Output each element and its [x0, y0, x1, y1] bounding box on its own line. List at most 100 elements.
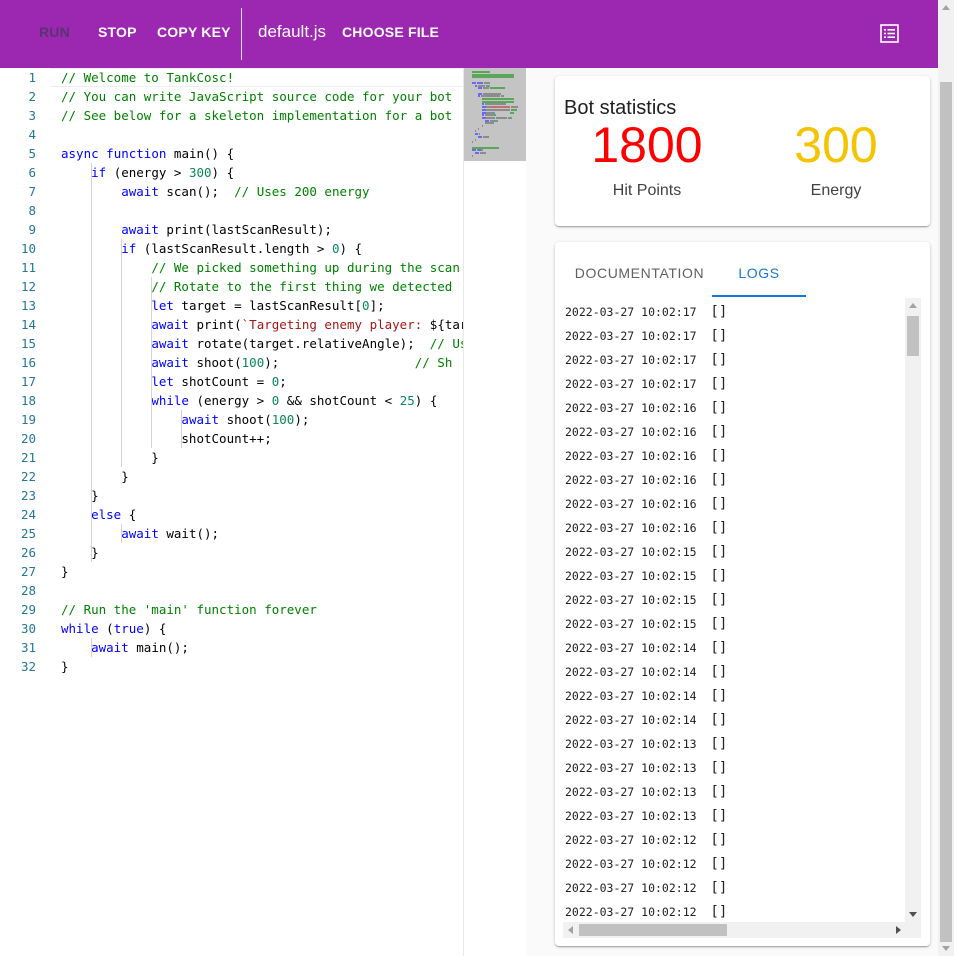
line-number: 28 — [20, 583, 36, 598]
code-line[interactable]: } — [61, 448, 159, 467]
log-message: [] — [710, 712, 728, 728]
log-message: [] — [710, 520, 728, 536]
log-timestamp: 2022-03-27 10:02:16 — [565, 473, 711, 487]
log-entry: 2022-03-27 10:02:15 [] — [565, 612, 727, 636]
log-timestamp: 2022-03-27 10:02:15 — [565, 545, 711, 559]
scroll-up-arrow-icon[interactable] — [942, 5, 950, 10]
log-message: [] — [710, 328, 728, 344]
minimap-token — [481, 100, 514, 103]
right-panel: Bot statistics 1800 Hit Points 300 Energ… — [526, 68, 938, 956]
code-token: // Welcome to TankCosc! — [61, 70, 235, 85]
code-line[interactable]: shotCount++; — [61, 429, 271, 448]
code-line[interactable]: let shotCount = 0; — [61, 372, 286, 391]
list-icon[interactable] — [880, 24, 899, 43]
code-token: 300 — [188, 165, 212, 180]
scroll-down-arrow-icon[interactable] — [909, 912, 917, 917]
code-token: (energy > — [188, 393, 272, 408]
minimap-token — [490, 87, 505, 90]
minimap-token — [484, 114, 494, 117]
code-token: // Uses — [429, 336, 463, 351]
run-button[interactable]: RUN — [39, 0, 70, 64]
code-token: print( — [188, 317, 242, 332]
scrollbar-thumb[interactable] — [907, 316, 919, 356]
code-line[interactable]: await wait(); — [61, 524, 219, 543]
minimap-token — [484, 122, 495, 125]
minimap-token — [501, 95, 504, 98]
log-entry: 2022-03-27 10:02:13 [] — [565, 780, 727, 804]
code-line[interactable]: } — [61, 486, 99, 505]
scroll-down-arrow-icon[interactable] — [942, 946, 950, 951]
scroll-left-arrow-icon[interactable] — [568, 926, 573, 934]
bot-statistics-card: Bot statistics 1800 Hit Points 300 Energ… — [555, 76, 930, 226]
line-number: 9 — [28, 222, 36, 237]
log-vertical-scrollbar[interactable] — [905, 298, 921, 922]
code-token: } — [61, 469, 129, 484]
code-line[interactable]: await scan(); // Uses 200 energy — [61, 182, 369, 201]
code-line[interactable]: await main(); — [61, 638, 189, 657]
code-line[interactable]: // Run the 'main' function forever — [61, 600, 317, 619]
code-line[interactable]: await print(lastScanResult); — [61, 220, 332, 239]
scrollbar-thumb[interactable] — [940, 82, 952, 942]
code-line[interactable]: if (energy > 300) { — [61, 163, 234, 182]
docs-logs-card: DOCUMENTATION LOGS 2022-03-27 10:02:17 [… — [555, 242, 930, 946]
stop-button[interactable]: STOP — [98, 0, 137, 64]
minimap-token — [478, 92, 483, 95]
log-timestamp: 2022-03-27 10:02:13 — [565, 761, 711, 775]
log-timestamp: 2022-03-27 10:02:17 — [565, 353, 711, 367]
log-message: [] — [710, 448, 728, 464]
code-line[interactable]: while (true) { — [61, 619, 166, 638]
log-entry: 2022-03-27 10:02:15 [] — [565, 588, 727, 612]
log-entry: 2022-03-27 10:02:14 [] — [565, 660, 727, 684]
code-line[interactable]: } — [61, 467, 129, 486]
code-token: (lastScanResult.length > — [136, 241, 332, 256]
code-token: { — [121, 507, 137, 522]
line-number: 7 — [28, 184, 36, 199]
scroll-up-arrow-icon[interactable] — [909, 303, 917, 308]
minimap-token — [476, 81, 484, 84]
log-timestamp: 2022-03-27 10:02:15 — [565, 617, 711, 631]
line-number: 20 — [20, 431, 36, 446]
code-token: (energy > — [106, 165, 189, 180]
indent-guide — [150, 277, 152, 448]
editor-minimap[interactable] — [463, 68, 526, 956]
log-entry: 2022-03-27 10:02:17 [] — [565, 348, 727, 372]
log-entry: 2022-03-27 10:02:16 [] — [565, 420, 727, 444]
minimap-token — [479, 133, 481, 136]
tab-documentation[interactable]: DOCUMENTATION — [567, 242, 712, 298]
page-scrollbar[interactable] — [938, 0, 954, 956]
code-line[interactable]: // See below for a skeleton implementati… — [61, 106, 452, 125]
copy-key-button[interactable]: COPY KEY — [157, 0, 231, 64]
code-line[interactable]: async function main() { — [61, 144, 234, 163]
code-line[interactable]: await shoot(100); // Sh — [61, 353, 452, 372]
code-line[interactable]: // Rotate to the first thing we detected — [61, 277, 452, 296]
minimap-token — [493, 111, 496, 114]
log-entry: 2022-03-27 10:02:17 [] — [565, 372, 727, 396]
code-token: await — [121, 222, 159, 237]
log-entry: 2022-03-27 10:02:17 [] — [565, 300, 727, 324]
code-line[interactable]: if (lastScanResult.length > 0) { — [61, 239, 362, 258]
tab-logs[interactable]: LOGS — [712, 242, 806, 298]
log-horizontal-scrollbar[interactable] — [563, 922, 921, 938]
line-number: 22 — [20, 469, 36, 484]
code-line[interactable]: while (energy > 0 && shotCount < 25) { — [61, 391, 437, 410]
scrollbar-thumb[interactable] — [579, 924, 727, 936]
code-editor[interactable]: 1 2 3 4 5 6 7 8 9 10 11 12 13 14 15 16 17 18 19 20 21 22 23 24 2… — [0, 68, 526, 956]
indent-guide — [120, 239, 122, 467]
code-token: let — [151, 374, 174, 389]
code-line[interactable]: await shoot(100); — [61, 410, 309, 429]
code-line[interactable]: } — [61, 657, 69, 676]
code-area[interactable]: // Welcome to TankCosc! // You can write … — [61, 68, 463, 956]
code-line[interactable]: } — [61, 543, 99, 562]
code-line[interactable]: else { — [61, 505, 136, 524]
code-line[interactable]: let target = lastScanResult[0]; — [61, 296, 384, 315]
choose-file-button[interactable]: CHOOSE FILE — [342, 0, 439, 64]
log-list[interactable]: 2022-03-27 10:02:17 [] 2022-03-27 10:02:1… — [563, 298, 921, 922]
log-entry: 2022-03-27 10:02:17 [] — [565, 324, 727, 348]
code-line[interactable]: // Welcome to TankCosc! — [61, 68, 234, 87]
code-token: // Rotate to the first thing we detected — [151, 279, 453, 294]
line-number: 17 — [20, 374, 36, 389]
scroll-right-arrow-icon[interactable] — [896, 926, 901, 934]
code-line[interactable]: // You can write JavaScript source code … — [61, 87, 452, 106]
code-line[interactable]: } — [61, 562, 69, 581]
